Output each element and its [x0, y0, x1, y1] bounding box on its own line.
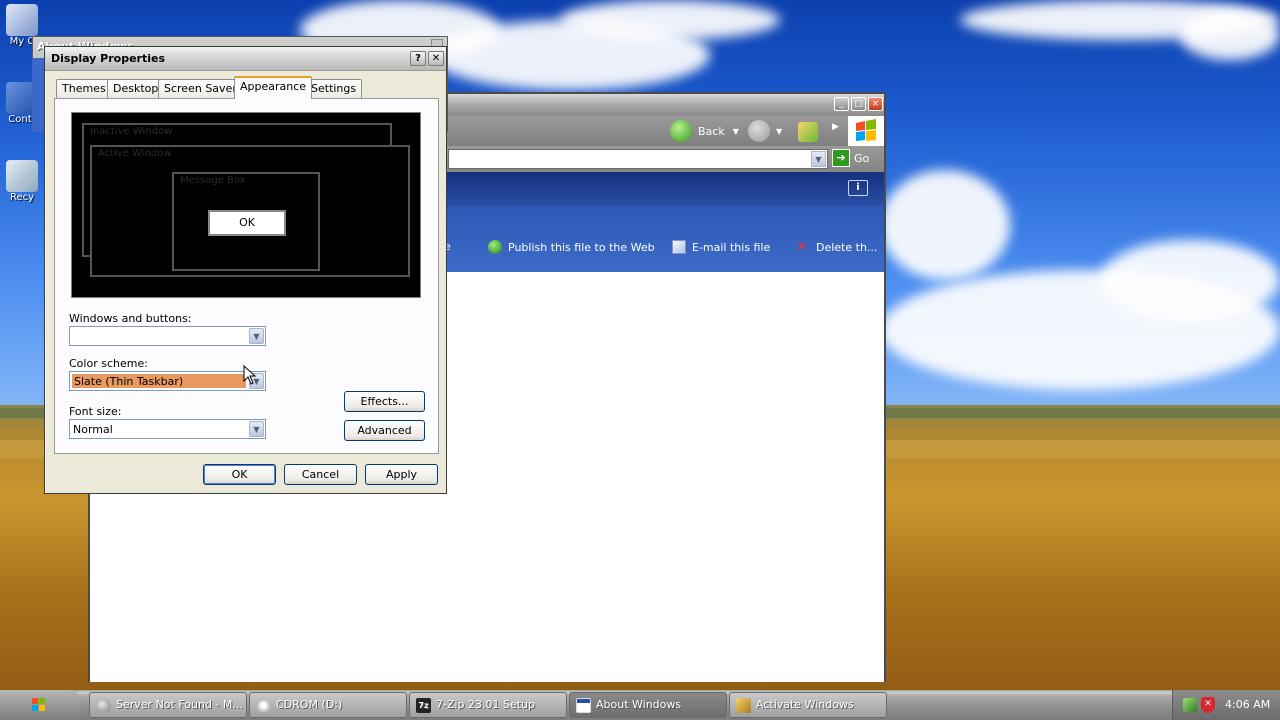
- taskbar-item-label: Activate Windows: [756, 698, 854, 711]
- forward-arrow-icon: [748, 120, 770, 142]
- taskbar-item-browser[interactable]: Server Not Found - M...: [89, 692, 247, 718]
- maximize-button[interactable]: □: [851, 97, 866, 111]
- clock[interactable]: 4:06 AM: [1225, 698, 1270, 711]
- appearance-preview: Inactive Window Active Window Message Bo…: [71, 112, 421, 298]
- close-button[interactable]: ✕: [428, 51, 444, 66]
- go-arrow-icon: ➔: [832, 149, 850, 167]
- taskbar-item-about-windows[interactable]: About Windows: [569, 692, 727, 718]
- cloud: [880, 170, 1010, 280]
- task-link-delete[interactable]: ✕ Delete th...: [796, 240, 877, 254]
- cdrom-icon: [256, 698, 271, 713]
- go-button[interactable]: ➔ Go: [832, 149, 869, 167]
- minimize-button[interactable]: _: [834, 97, 849, 111]
- envelope-icon: [672, 240, 686, 254]
- task-link-label: Delete th...: [816, 240, 878, 254]
- tab-settings[interactable]: Settings: [305, 79, 363, 98]
- taskbar-item-label: About Windows: [596, 698, 682, 711]
- advanced-button[interactable]: Advanced: [344, 420, 425, 441]
- effects-button[interactable]: Effects...: [344, 391, 425, 412]
- taskbar-item-label: CDROM (D:): [276, 698, 343, 711]
- preview-ok-button: OK: [208, 210, 286, 236]
- task-link-label: Publish this file to the Web: [508, 240, 655, 254]
- display-properties-dialog[interactable]: Display Properties ? ✕ Themes Desktop Sc…: [44, 46, 447, 494]
- folder-up-icon[interactable]: [798, 122, 818, 142]
- task-link-publish[interactable]: Publish this file to the Web: [488, 240, 655, 254]
- tab-screen-saver[interactable]: Screen Saver: [158, 79, 243, 98]
- keys-icon: [736, 698, 751, 713]
- windows-buttons-label: Windows and buttons:: [69, 312, 192, 325]
- taskbar-item-7zip[interactable]: 7z 7-Zip 23.01 Setup: [409, 692, 567, 718]
- back-arrow-icon: [670, 120, 692, 142]
- taskbar-item-activate-windows[interactable]: Activate Windows: [729, 692, 887, 718]
- close-button[interactable]: ×: [868, 97, 883, 111]
- windows-flag-icon: [32, 698, 45, 711]
- ok-button[interactable]: OK: [203, 464, 276, 485]
- preview-message-caption: Message Box: [180, 175, 246, 186]
- tab-themes[interactable]: Themes: [56, 79, 112, 98]
- globe-icon: [488, 240, 502, 254]
- cancel-button[interactable]: Cancel: [284, 464, 357, 485]
- taskbar-item-label: Server Not Found - M...: [116, 698, 243, 711]
- desktop-icon-recycle-bin[interactable]: Recy: [0, 160, 44, 203]
- font-size-label: Font size:: [69, 405, 122, 418]
- system-tray: ✕ 4:06 AM: [1172, 690, 1280, 720]
- chevron-down-icon: ▼: [732, 126, 739, 136]
- chevron-down-icon[interactable]: ▼: [249, 421, 264, 437]
- forward-button[interactable]: ▼: [748, 120, 782, 142]
- network-icon[interactable]: [1183, 698, 1197, 712]
- mouse-cursor-icon: [243, 365, 257, 385]
- cloud: [560, 0, 780, 40]
- start-button[interactable]: [0, 690, 80, 720]
- back-button[interactable]: Back ▼: [670, 120, 739, 142]
- window-icon: [576, 698, 591, 713]
- color-scheme-value: Slate (Thin Taskbar): [72, 374, 246, 388]
- task-link-email[interactable]: E-mail this file: [672, 240, 770, 254]
- windows-logo: [848, 116, 884, 146]
- taskbar: Server Not Found - M... CDROM (D:) 7z 7-…: [0, 690, 1280, 720]
- 7zip-icon: 7z: [416, 698, 431, 713]
- font-size-select[interactable]: Normal ▼: [69, 419, 266, 439]
- task-link-label: E-mail this file: [692, 240, 771, 254]
- cloud: [1100, 240, 1280, 320]
- preview-inactive-caption: Inactive Window: [90, 126, 173, 137]
- browser-icon: [96, 698, 111, 713]
- info-icon[interactable]: i: [848, 180, 868, 196]
- go-label: Go: [854, 151, 870, 165]
- chevron-down-icon: ▼: [776, 126, 783, 136]
- tab-desktop[interactable]: Desktop: [107, 79, 165, 98]
- security-shield-icon[interactable]: ✕: [1201, 697, 1215, 713]
- appearance-panel: Inactive Window Active Window Message Bo…: [54, 98, 439, 454]
- tab-appearance[interactable]: Appearance: [234, 76, 313, 99]
- delete-x-icon: ✕: [796, 239, 808, 255]
- apply-button[interactable]: Apply: [365, 464, 438, 485]
- taskbar-item-cdrom[interactable]: CDROM (D:): [249, 692, 407, 718]
- cloud: [1180, 10, 1280, 60]
- dialog-titlebar[interactable]: Display Properties ? ✕: [45, 47, 446, 71]
- back-label: Back: [698, 124, 725, 138]
- toolbar-overflow-icon[interactable]: ▶: [832, 122, 839, 132]
- chevron-down-icon[interactable]: ▼: [811, 151, 826, 167]
- recycle-bin-icon: [6, 160, 38, 192]
- color-scheme-select[interactable]: Slate (Thin Taskbar) ▼: [69, 371, 266, 391]
- computer-icon: [6, 4, 38, 36]
- address-input[interactable]: ▼: [448, 149, 828, 169]
- preview-active-caption: Active Window: [98, 148, 172, 159]
- color-scheme-label: Color scheme:: [69, 357, 148, 370]
- desktop-icon-label: Recy: [9, 192, 35, 203]
- taskbar-item-label: 7-Zip 23.01 Setup: [436, 698, 536, 711]
- windows-buttons-select[interactable]: ▼: [69, 326, 266, 346]
- dialog-title: Display Properties: [51, 52, 166, 65]
- font-size-value: Normal: [73, 423, 113, 436]
- help-button[interactable]: ?: [410, 51, 426, 66]
- chevron-down-icon[interactable]: ▼: [249, 328, 264, 344]
